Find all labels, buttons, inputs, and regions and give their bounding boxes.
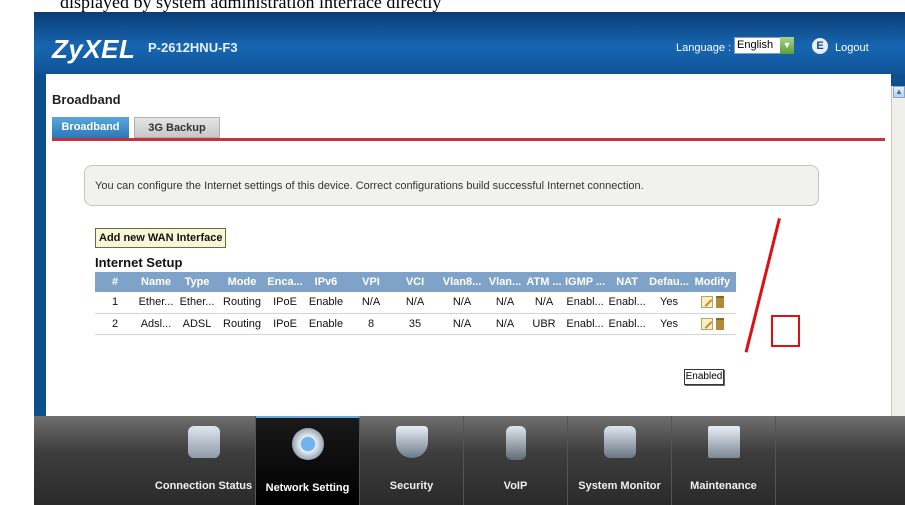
cell: N/A — [523, 292, 565, 314]
col-header: IGMP ... — [565, 272, 606, 292]
cell: IPoE — [267, 292, 303, 314]
cell: Yes — [649, 313, 689, 335]
voip-icon — [506, 426, 526, 460]
cell: ADSL — [177, 313, 217, 335]
cell: Enabl... — [605, 292, 650, 314]
nav-network-setting[interactable]: Network Setting — [256, 416, 360, 505]
nav-label: Maintenance — [690, 480, 757, 492]
add-wan-interface-button[interactable]: Add new WAN Interface — [95, 228, 227, 248]
brand-logo: ZyXEL — [52, 34, 136, 64]
annotation-highlight-box — [771, 315, 800, 347]
main-content: Broadband Broadband 3G Backup You can co… — [46, 74, 891, 416]
bottom-nav: Connection Status Network Setting Securi… — [34, 416, 905, 505]
language-value: English — [737, 39, 774, 51]
nav-label: System Monitor — [578, 480, 661, 492]
cell: Enabl... — [565, 313, 606, 335]
cell: N/A — [349, 292, 393, 314]
tab-underline — [52, 138, 885, 141]
chevron-down-icon[interactable]: ▼ — [780, 37, 794, 54]
nav-label: VoIP — [503, 480, 528, 492]
tab-broadband[interactable]: Broadband — [52, 117, 129, 138]
cell: Enable — [303, 313, 349, 335]
language-label: Language : — [676, 42, 732, 54]
model-name: P-2612HNU-F3 — [148, 40, 238, 55]
nav-label: Connection Status — [154, 480, 253, 492]
col-header: Modify — [688, 272, 736, 292]
col-header: VCI — [393, 272, 437, 292]
logout-icon[interactable]: E — [812, 38, 828, 54]
section-title: Internet Setup — [95, 255, 183, 270]
col-header: Mode — [217, 272, 267, 292]
cell: N/A — [437, 292, 487, 314]
cell: N/A — [487, 313, 523, 335]
system-monitor-icon — [604, 426, 636, 458]
cell: N/A — [437, 313, 487, 335]
cell: Enable — [303, 292, 349, 314]
tab-3g-backup[interactable]: 3G Backup — [134, 117, 220, 138]
cell: 8 — [349, 313, 393, 335]
language-select[interactable]: English ▼ — [734, 37, 794, 54]
cell: Adsl... — [135, 313, 177, 335]
cell: UBR — [523, 313, 565, 335]
delete-icon[interactable] — [715, 317, 724, 330]
caption-text: displayed by system administration inter… — [60, 0, 442, 12]
caption-strip: displayed by system administration inter… — [0, 0, 905, 12]
cell: N/A — [393, 292, 437, 314]
cell: 1 — [95, 292, 135, 314]
col-header: Enca... — [267, 272, 303, 292]
col-header: Type — [177, 272, 217, 292]
connection-status-icon — [188, 426, 220, 458]
nav-connection-status[interactable]: Connection Status — [152, 416, 256, 505]
modify-cell — [688, 313, 736, 335]
maintenance-icon — [708, 426, 740, 458]
col-header: ATM ... — [523, 272, 565, 292]
edit-icon[interactable] — [700, 296, 713, 309]
cell: 2 — [95, 313, 135, 335]
cell: Enabl... — [605, 313, 650, 335]
page-title: Broadband — [52, 92, 121, 107]
nav-maintenance[interactable]: Maintenance — [672, 416, 776, 505]
col-header: Defau... — [649, 272, 689, 292]
tooltip: Enabled — [684, 369, 724, 385]
nav-system-monitor[interactable]: System Monitor — [568, 416, 672, 505]
cell: Ether... — [135, 292, 177, 314]
table-row: 2 Adsl... ADSL Routing IPoE Enable 8 35 … — [95, 313, 736, 335]
table-header-row: # Name Type Mode Enca... IPv6 VPI VCI Vl… — [95, 272, 736, 292]
cell: IPoE — [267, 313, 303, 335]
wan-interface-table: # Name Type Mode Enca... IPv6 VPI VCI Vl… — [95, 272, 736, 335]
vertical-scrollbar[interactable]: ▲ ▼ — [891, 86, 905, 433]
nav-security[interactable]: Security — [360, 416, 464, 505]
col-header: Name — [135, 272, 177, 292]
header-bar: ZyXEL P-2612HNU-F3 Language : English ▼ … — [34, 12, 905, 74]
col-header: VPI — [349, 272, 393, 292]
edit-icon[interactable] — [700, 317, 713, 330]
col-header: # — [95, 272, 135, 292]
modify-cell — [688, 292, 736, 314]
nav-label: Network Setting — [265, 482, 350, 494]
cell: Routing — [217, 313, 267, 335]
cell: 35 — [393, 313, 437, 335]
cell: Yes — [649, 292, 689, 314]
table-row: 1 Ether... Ether... Routing IPoE Enable … — [95, 292, 736, 314]
cell: Enabl... — [565, 292, 606, 314]
col-header: IPv6 — [303, 272, 349, 292]
delete-icon[interactable] — [715, 296, 724, 309]
cell: N/A — [487, 292, 523, 314]
info-notice: You can configure the Internet settings … — [84, 165, 819, 206]
col-header: NAT — [605, 272, 650, 292]
network-setting-icon — [292, 428, 324, 460]
scroll-up-icon[interactable]: ▲ — [893, 86, 905, 98]
security-icon — [396, 426, 428, 458]
logout-link[interactable]: Logout — [835, 42, 869, 54]
col-header: Vlan... — [487, 272, 523, 292]
nav-voip[interactable]: VoIP — [464, 416, 568, 505]
nav-label: Security — [389, 480, 434, 492]
cell: Routing — [217, 292, 267, 314]
cell: Ether... — [177, 292, 217, 314]
col-header: Vlan8... — [437, 272, 487, 292]
router-admin-window: ZyXEL P-2612HNU-F3 Language : English ▼ … — [34, 12, 905, 505]
